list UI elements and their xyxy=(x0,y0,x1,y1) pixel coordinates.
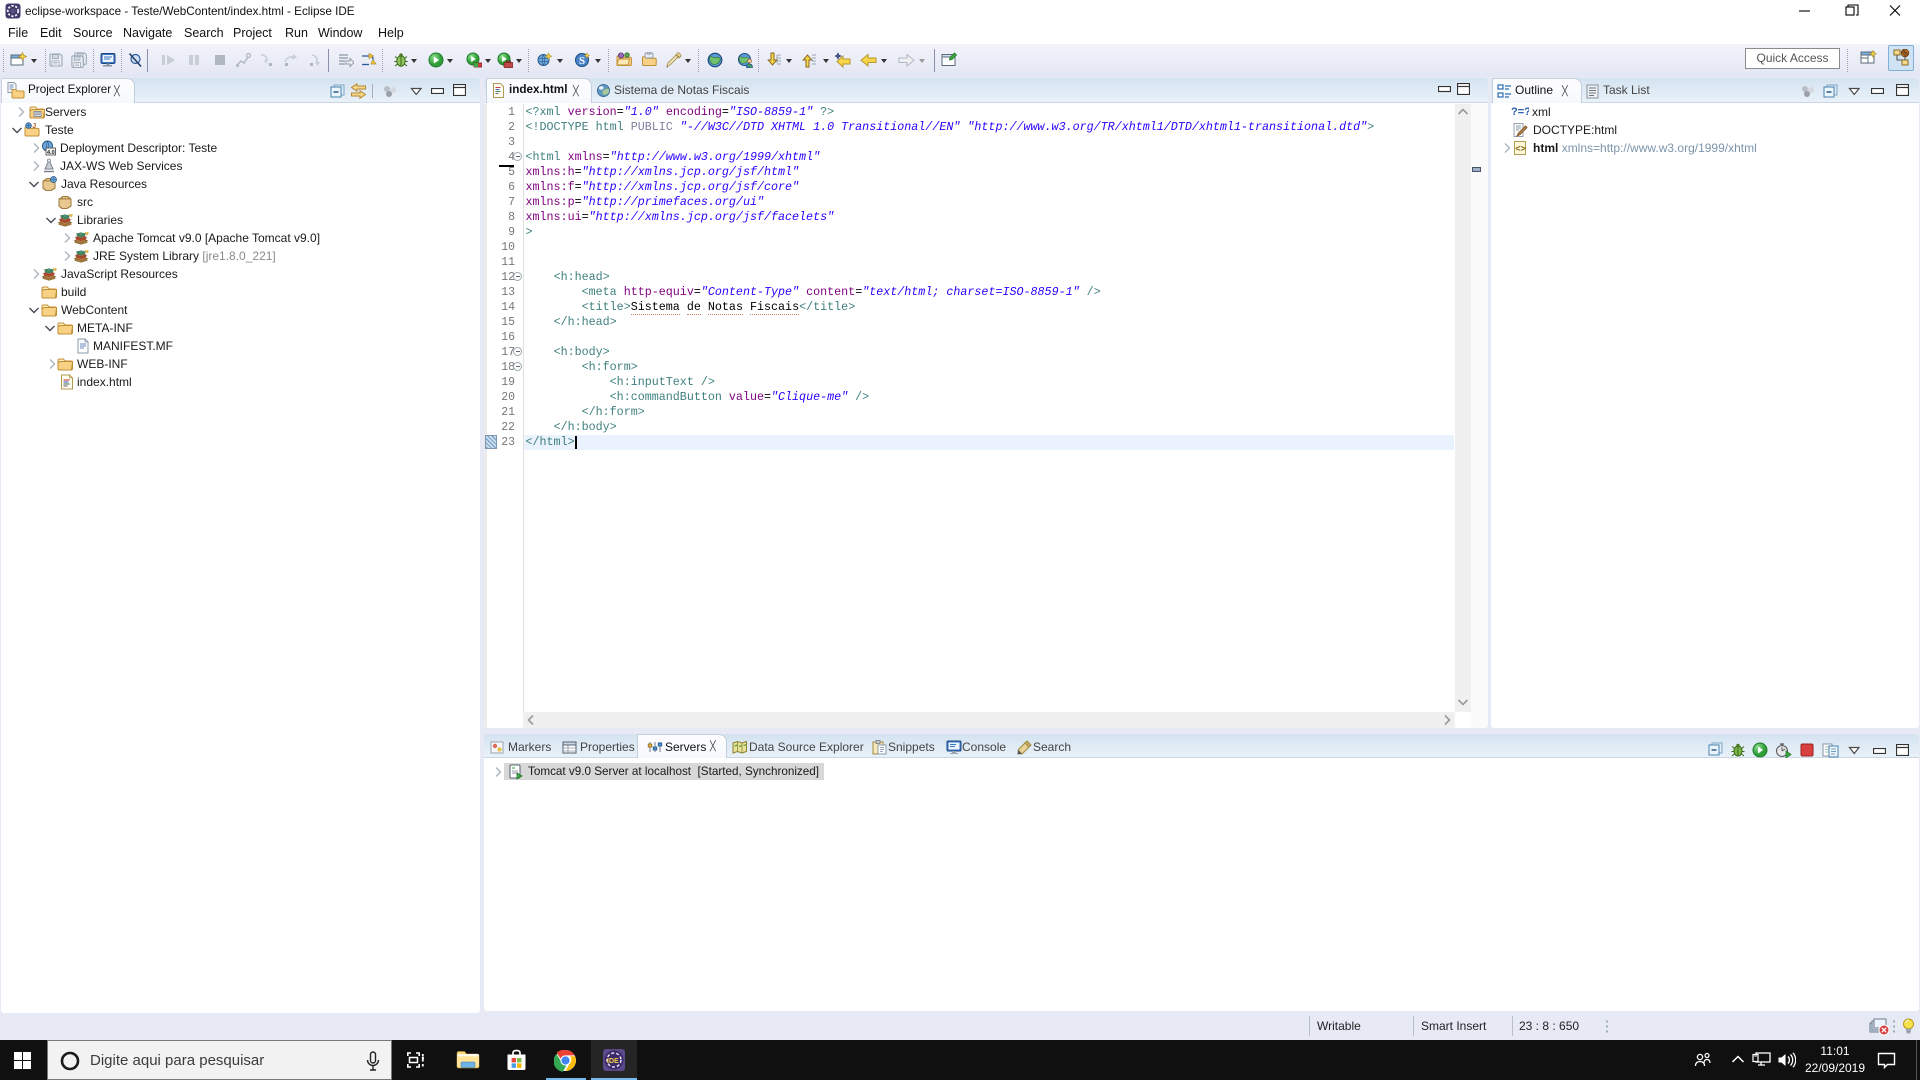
svg-text:4.0: 4.0 xyxy=(47,150,55,156)
svg-text:IDE: IDE xyxy=(607,1058,619,1065)
svg-text:J: J xyxy=(32,123,36,130)
svg-text:?=?: ?=? xyxy=(1511,106,1529,118)
svg-text:S: S xyxy=(579,55,585,67)
svg-text:<>: <> xyxy=(1515,144,1526,154)
